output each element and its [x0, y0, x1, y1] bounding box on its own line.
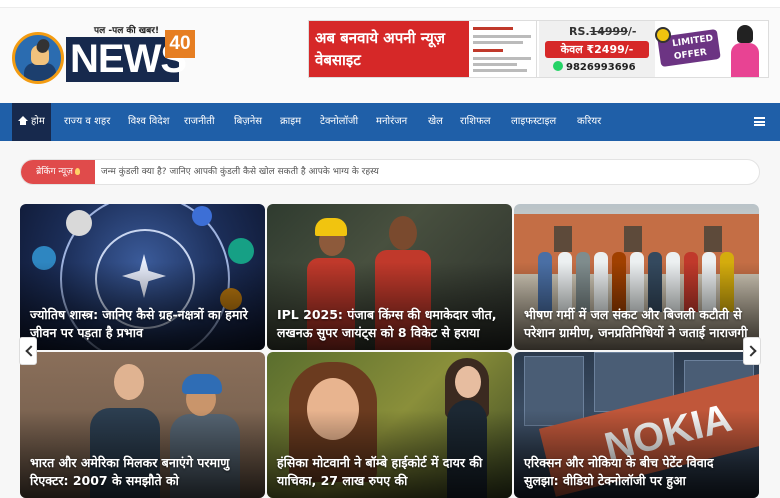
price-box: RS.14999/- केवल ₹2499/- 9826993696 [539, 21, 655, 77]
logo-tagline: पल -पल की खबर! [94, 26, 160, 36]
card-title[interactable]: भारत और अमेरिका मिलकर बनाएंगे परमाणु रिए… [30, 454, 257, 490]
ad-banner[interactable]: अब बनवाये अपनी न्यूज़ वेबसाइट RS.14999/-… [308, 20, 769, 78]
nav-item-politics[interactable]: राजनीती [184, 103, 215, 141]
presenter-image [725, 25, 765, 77]
website-preview-image [469, 21, 537, 77]
nav-item-entertainment[interactable]: मनोरंजन [376, 103, 407, 141]
logo-number: 40 [165, 30, 195, 58]
site-logo[interactable]: पल -पल की खबर! NEWS 40 [12, 22, 196, 88]
hamburger-menu-icon[interactable] [754, 117, 765, 126]
news-card-ipl[interactable]: IPL 2025: पंजाब किंग्स की धमाकेदार जीत, … [267, 204, 512, 350]
nav-item-state-city[interactable]: राज्य व शहर [64, 103, 110, 141]
home-icon [18, 116, 28, 125]
nav-item-world[interactable]: विश्व विदेश [128, 103, 169, 141]
breaking-news-ticker: ब्रेकिंग न्यूज़ जन्म कुंडली क्या है? जान… [20, 159, 760, 185]
new-price: केवल ₹2499/- [545, 41, 649, 58]
news-card-astrology[interactable]: ज्योतिष शास्त्र: जानिए कैसे ग्रह-नक्षत्र… [20, 204, 265, 350]
card-title[interactable]: एरिक्सन और नोकिया के बीच पेटेंट विवाद सु… [524, 454, 751, 490]
nav-item-horoscope[interactable]: राशिफल [460, 103, 491, 141]
card-title[interactable]: भीषण गर्मी में जल संकट और बिजली कटौती से… [524, 306, 751, 342]
stopwatch-icon [655, 27, 671, 43]
whatsapp-icon [553, 61, 563, 71]
ticker-headline-link[interactable]: जन्म कुंडली क्या है? जानिए आपकी कुंडली क… [101, 160, 379, 184]
old-price: RS.14999/- [569, 25, 637, 38]
nav-item-sports[interactable]: खेल [428, 103, 443, 141]
breaking-news-label: ब्रेकिंग न्यूज़ [21, 160, 95, 184]
reporter-mic-icon [12, 32, 64, 84]
nav-item-career[interactable]: करियर [577, 103, 601, 141]
site-header: पल -पल की खबर! NEWS 40 अब बनवाये अपनी न्… [0, 8, 780, 103]
card-title[interactable]: IPL 2025: पंजाब किंग्स की धमाकेदार जीत, … [277, 306, 504, 342]
banner-headline: अब बनवाये अपनी न्यूज़ वेबसाइट [309, 21, 469, 77]
nav-item-technology[interactable]: टेक्नोलॉजी [320, 103, 358, 141]
news-card-hansika[interactable]: हंसिका मोटवानी ने बॉम्बे हाईकोर्ट में दा… [267, 352, 512, 498]
logo-wordmark: NEWS [66, 37, 187, 82]
turban-icon [182, 374, 222, 394]
card-title[interactable]: हंसिका मोटवानी ने बॉम्बे हाईकोर्ट में दा… [277, 454, 504, 490]
news-card-nuclear-reactor[interactable]: भारत और अमेरिका मिलकर बनाएंगे परमाणु रिए… [20, 352, 265, 498]
nav-item-business[interactable]: बिज़नेस [234, 103, 262, 141]
nav-item-home[interactable]: होम [12, 103, 51, 141]
contact-phone: 9826993696 [553, 61, 636, 73]
top-strip [0, 0, 780, 8]
news-card-ericsson-nokia[interactable]: NOKIA एरिक्सन और नोकिया के बीच पेटेंट वि… [514, 352, 759, 498]
fire-icon [74, 168, 80, 175]
slider-prev-arrow[interactable] [19, 337, 37, 365]
nav-item-crime[interactable]: क्राइम [280, 103, 301, 141]
news-card-water-crisis[interactable]: भीषण गर्मी में जल संकट और बिजली कटौती से… [514, 204, 759, 350]
main-navigation: होम राज्य व शहर विश्व विदेश राजनीती बिज़… [0, 103, 780, 141]
card-title[interactable]: ज्योतिष शास्त्र: जानिए कैसे ग्रह-नक्षत्र… [30, 306, 257, 342]
nav-item-lifestyle[interactable]: लाइफस्टाइल [511, 103, 556, 141]
helmet-icon [315, 218, 347, 236]
slider-next-arrow[interactable] [743, 337, 761, 365]
